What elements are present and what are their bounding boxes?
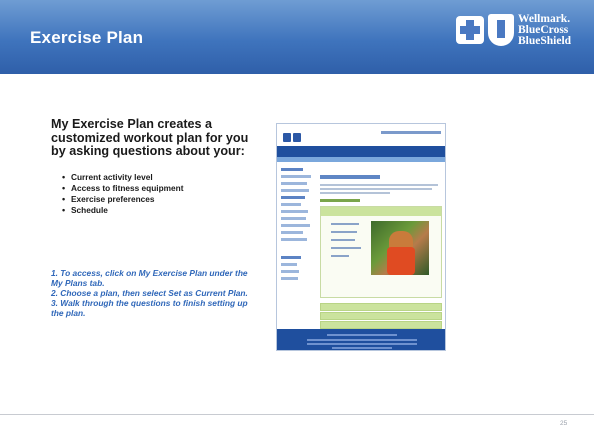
step-3: 3. Walk through the questions to finish … bbox=[51, 298, 248, 319]
list-item: Schedule bbox=[62, 205, 262, 216]
list-item: Exercise preferences bbox=[62, 194, 262, 205]
thumb-plan-bar bbox=[320, 321, 442, 329]
thumb-top-bar bbox=[277, 124, 445, 146]
instruction-steps: 1. To access, click on My Exercise Plan … bbox=[51, 268, 251, 318]
header-band: Exercise Plan Wellmark. BlueCross BlueSh… bbox=[0, 0, 594, 74]
thumb-plan-box bbox=[320, 206, 442, 298]
wellmark-logo: Wellmark. BlueCross BlueShield bbox=[456, 12, 588, 56]
logo-line-3: BlueShield bbox=[518, 35, 572, 47]
list-item: Current activity level bbox=[62, 172, 262, 183]
thumb-subnav-bar bbox=[277, 157, 445, 162]
thumb-plan-bar bbox=[320, 303, 442, 311]
slide-title: Exercise Plan bbox=[30, 28, 144, 47]
thumb-footer bbox=[277, 329, 445, 350]
step-1: 1. To access, click on My Exercise Plan … bbox=[51, 268, 248, 289]
step-2: 2. Choose a plan, then select Set as Cur… bbox=[51, 288, 248, 299]
slide: Exercise Plan Wellmark. BlueCross BlueSh… bbox=[0, 0, 594, 444]
photo-shirt bbox=[387, 247, 415, 275]
thumb-paragraph bbox=[320, 184, 438, 196]
blue-cross-icon bbox=[456, 16, 484, 44]
logo-text: Wellmark. BlueCross BlueShield bbox=[518, 13, 590, 47]
thumb-exercise-photo bbox=[371, 221, 429, 275]
thumb-sidebar bbox=[281, 168, 314, 284]
question-topics-list: Current activity level Access to fitness… bbox=[62, 172, 262, 216]
page-number: 25 bbox=[560, 420, 568, 427]
intro-heading: My Exercise Plan creates a customized wo… bbox=[51, 117, 249, 158]
list-item: Access to fitness equipment bbox=[62, 183, 262, 194]
thumb-plan-bar bbox=[320, 312, 442, 320]
thumb-page-title bbox=[320, 175, 380, 179]
thumb-plan-list bbox=[331, 223, 363, 263]
blue-shield-icon bbox=[488, 14, 514, 46]
thumb-subheading bbox=[320, 199, 360, 202]
thumb-plan-box-header bbox=[321, 207, 441, 216]
website-screenshot bbox=[276, 123, 446, 351]
thumb-nav-bar bbox=[277, 146, 445, 157]
footer-divider bbox=[0, 414, 594, 415]
thumb-logo bbox=[283, 129, 317, 142]
thumb-top-links bbox=[381, 131, 441, 134]
